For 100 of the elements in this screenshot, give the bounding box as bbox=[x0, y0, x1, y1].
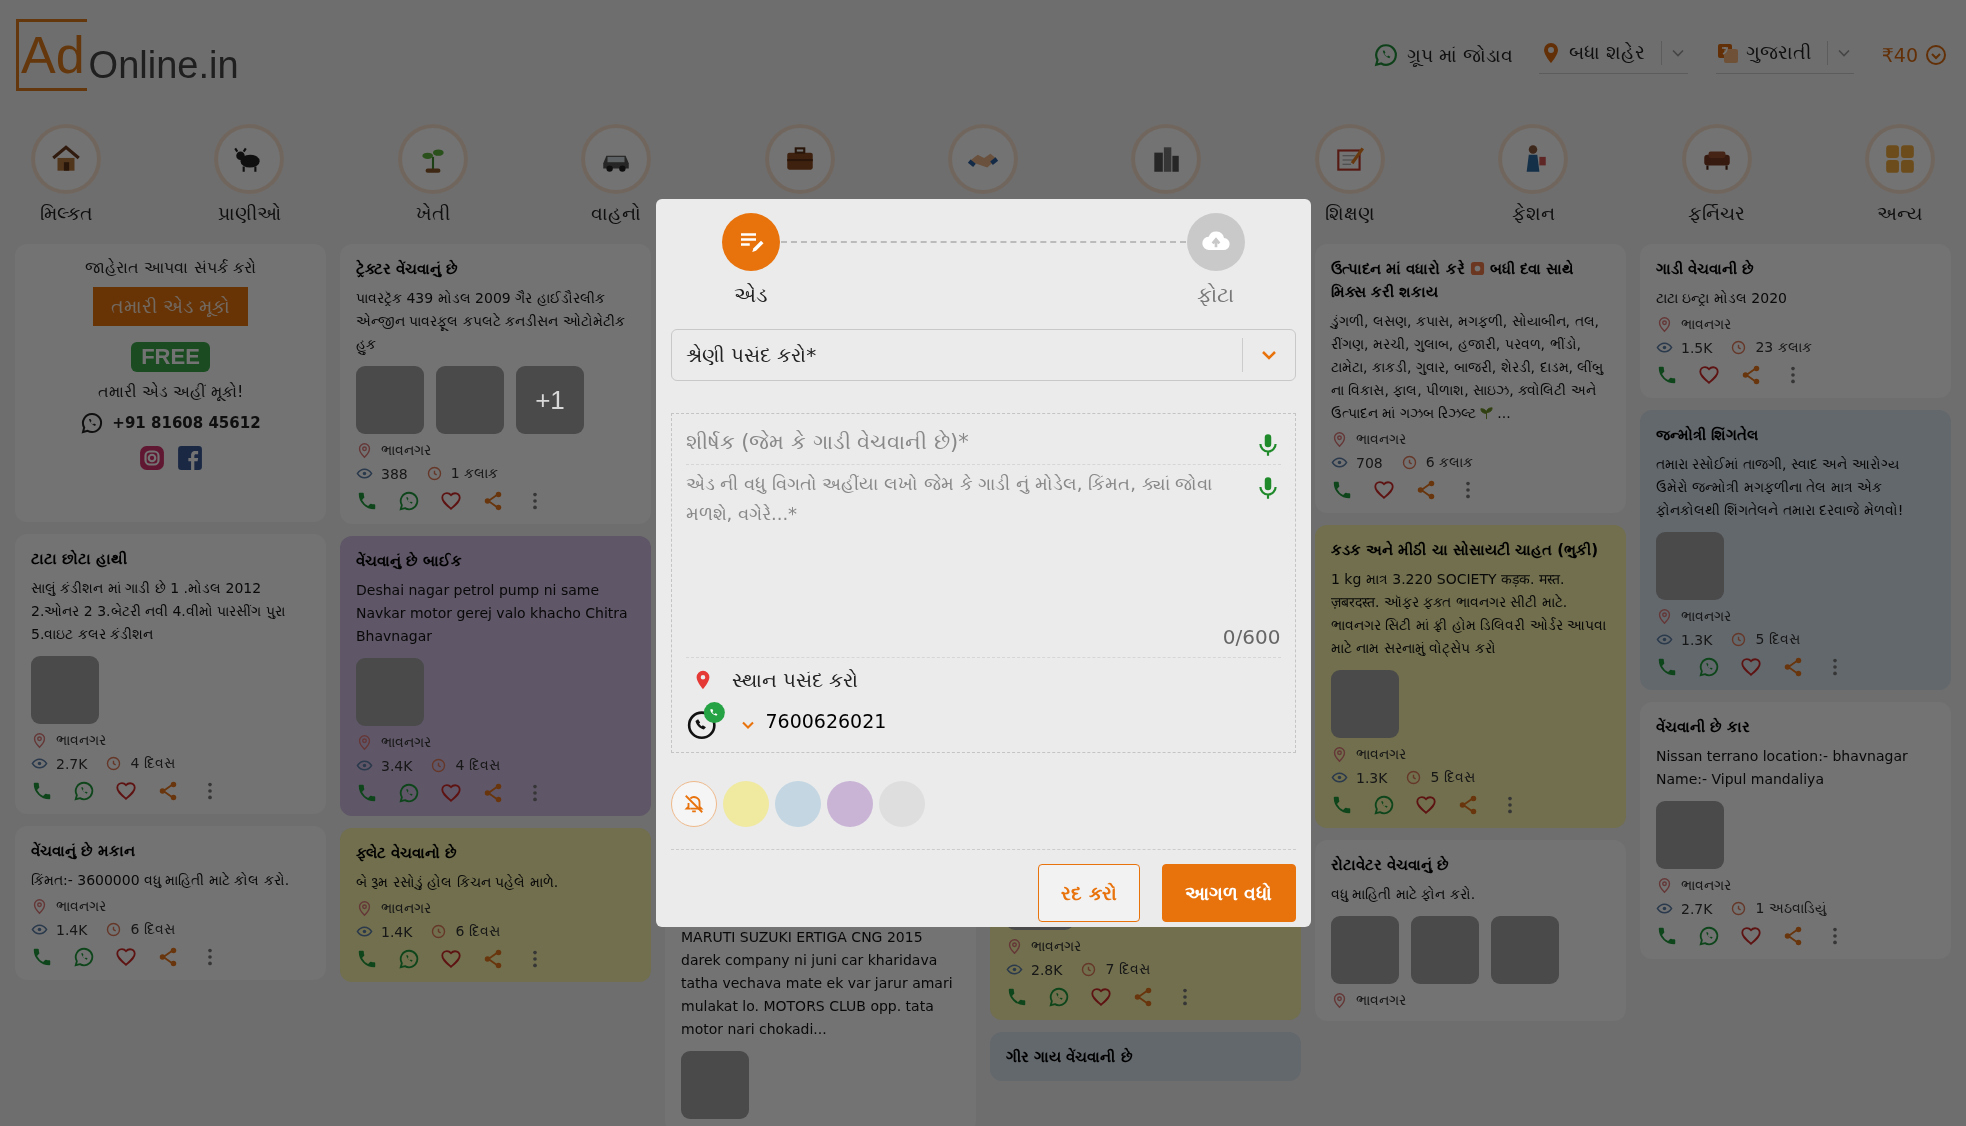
ad-details-box[interactable]: શીર્ષક (જેમ કે ગાડી વેચવાની છે)* એડ ની વધુ વિગતો અહીંયા લખો જેમ કે ગાડી નું મોડેલ, કિંમત, ક્યાં જોવા મળશે, વગેરે...* 0/600 સ્થાન પસંદ કરો 7600626021 bbox=[670, 413, 1296, 753]
location-pin-icon bbox=[1006, 938, 1023, 955]
share-icon[interactable] bbox=[1457, 794, 1479, 816]
share-icon[interactable] bbox=[1740, 364, 1762, 386]
sofa-icon[interactable] bbox=[1685, 128, 1748, 190]
phone-input[interactable]: 7600626021 bbox=[763, 709, 968, 733]
whatsapp-icon[interactable] bbox=[1698, 656, 1720, 678]
category-label[interactable]: ફેશન bbox=[1511, 202, 1555, 225]
view-count: 388 bbox=[381, 465, 408, 482]
color-swatch[interactable] bbox=[774, 781, 821, 827]
grid-icon[interactable] bbox=[1868, 128, 1931, 190]
briefcase-icon[interactable] bbox=[768, 128, 831, 190]
share-icon[interactable] bbox=[157, 946, 179, 968]
category-label[interactable]: શિક્ષણ bbox=[1324, 202, 1375, 225]
location-picker[interactable]: સ્થાન પસંદ કરો bbox=[731, 668, 859, 692]
language-select[interactable]: ગુજરાતી bbox=[1745, 41, 1811, 64]
phone-icon[interactable] bbox=[1656, 364, 1678, 386]
category-label[interactable]: ફર્નિચર bbox=[1688, 202, 1745, 225]
ad-card[interactable]: વેંચવાની છે કાર Nissan terrano location:- bhavnagar Name:- Vipul mandaliya ભાવનગર 2.7K 1 અઠવાડિયું bbox=[1640, 702, 1951, 959]
ad-card[interactable]: ફ્લેટ વેચવાનો છે બે રૂમ રસોડું હોલ કિચન પહેલે માળે. ભાવનગર 1.4K 6 દિવસ bbox=[340, 828, 651, 982]
share-icon[interactable] bbox=[1782, 925, 1804, 947]
whatsapp-icon[interactable] bbox=[1698, 925, 1720, 947]
share-icon[interactable] bbox=[482, 490, 504, 512]
ad-card[interactable]: જન્મોત્રી શિંગતેલ તમારા રસોઈમાં તાજગી, સ્વાદ અને આરોગ્ય ઉમેરો જન્મોત્રી મગફળીના તેલ માત્ર એક ફોનકોલથી શિંગતેલને તમારા દરવાજે મેળવો! ભાવનગર 1.3K 5 દિવસ bbox=[1640, 410, 1951, 690]
whatsapp-icon[interactable] bbox=[398, 948, 420, 970]
whatsapp-icon[interactable] bbox=[398, 490, 420, 512]
category-label[interactable]: ખેતી bbox=[415, 202, 450, 225]
category-label[interactable]: મિલ્કત bbox=[39, 202, 93, 225]
title-input[interactable]: શીર્ષક (જેમ કે ગાડી વેચવાની છે)* bbox=[685, 426, 1247, 458]
heart-icon[interactable] bbox=[1740, 656, 1762, 678]
facebook-icon[interactable] bbox=[176, 445, 203, 471]
ad-card[interactable]: ટ્રેક્ટર વેંચવાનું છે પાવરટ્રૅક 439 મોડલ 2009 ગૈર હાઈડૌરલીક એન્જીન પાવરફૂલ કપલટે કનડીસન ઓટોમેટીક હુક +1 ભાવનગર 388 1 કલાક bbox=[340, 244, 651, 524]
phone-icon[interactable] bbox=[31, 946, 53, 968]
ad-card[interactable]: ટાટા છોટા હાથી સાલું કંડીશન માં ગાડી છે 1 .મોડલ 2012 2.ઓનર 2 3.બેટરી નવી 4.વીમો પારસીંગ પુરા 5.વાઇટ કલર કંડીશન ભાવનગર 2.7K 4 દિવસ bbox=[15, 534, 326, 814]
instagram-icon[interactable] bbox=[138, 445, 165, 471]
share-icon[interactable] bbox=[1132, 986, 1154, 1008]
heart-icon[interactable] bbox=[440, 490, 462, 512]
details-textarea[interactable]: એડ ની વધુ વિગતો અહીંયા લખો જેમ કે ગાડી નું મોડેલ, કિંમત, ક્યાં જોવા મળશે, વગેરે...* bbox=[685, 469, 1247, 619]
whatsapp-icon[interactable] bbox=[1372, 42, 1399, 68]
heart-icon[interactable] bbox=[440, 948, 462, 970]
color-swatch[interactable] bbox=[722, 781, 769, 827]
share-icon[interactable] bbox=[157, 780, 179, 802]
car-icon[interactable] bbox=[585, 128, 648, 190]
phone-icon[interactable] bbox=[1331, 479, 1353, 501]
whatsapp-icon[interactable] bbox=[398, 782, 420, 804]
ad-card[interactable] bbox=[1315, 525, 1626, 828]
cancel-button[interactable]: રદ કરો bbox=[1038, 864, 1140, 922]
heart-icon[interactable] bbox=[1373, 479, 1395, 501]
category-label[interactable]: અન્ય bbox=[1876, 202, 1923, 225]
ad-title: વેંચવાનું છે બાઈક bbox=[356, 551, 464, 572]
ad-card[interactable]: ગાડી વેચવાની છે ટાટા ઇન્ટ્રા મોડલ 2020 ભાવનગર 1.5K 23 કલાક bbox=[1640, 244, 1951, 398]
phone-icon[interactable] bbox=[1656, 925, 1678, 947]
ad-card[interactable]: વેંચવાનું છે મકાન કિંમત:- 3600000 વધુ માહિતી માટે કોલ કરો. ભાવનગર 1.4K 6 દિવસ bbox=[15, 826, 326, 980]
heart-icon[interactable] bbox=[1415, 794, 1437, 816]
join-group-link[interactable]: ગ્રૂપ માં જોડાવ bbox=[1406, 43, 1513, 67]
buildings-icon[interactable] bbox=[1135, 128, 1198, 190]
notebook-icon[interactable] bbox=[1318, 128, 1381, 190]
heart-icon[interactable] bbox=[115, 780, 137, 802]
bull-icon[interactable] bbox=[218, 128, 281, 190]
phone-whatsapp-icon[interactable] bbox=[685, 700, 728, 742]
share-icon[interactable] bbox=[1415, 479, 1437, 501]
phone-icon[interactable] bbox=[356, 782, 378, 804]
phone-icon[interactable] bbox=[356, 948, 378, 970]
ad-card[interactable] bbox=[1315, 244, 1626, 513]
heart-icon[interactable] bbox=[1698, 364, 1720, 386]
continue-button[interactable]: આગળ વધો bbox=[1161, 864, 1296, 922]
phone-icon[interactable] bbox=[1006, 986, 1028, 1008]
heart-icon[interactable] bbox=[115, 946, 137, 968]
heart-icon[interactable] bbox=[1740, 925, 1762, 947]
house-icon[interactable] bbox=[35, 128, 97, 190]
phone-icon[interactable] bbox=[31, 780, 53, 802]
whatsapp-icon[interactable] bbox=[73, 946, 95, 968]
color-swatch[interactable] bbox=[826, 781, 873, 827]
phone-icon[interactable] bbox=[1656, 656, 1678, 678]
heart-icon[interactable] bbox=[440, 782, 462, 804]
heart-icon[interactable] bbox=[1090, 986, 1112, 1008]
wallet-balance[interactable]: ₹40 bbox=[1881, 44, 1918, 66]
whatsapp-icon[interactable] bbox=[1373, 794, 1395, 816]
share-icon[interactable] bbox=[1782, 656, 1804, 678]
post-ad-button[interactable]: તમારી એડ મૂકો bbox=[92, 287, 249, 326]
post-age: 4 દિવસ bbox=[130, 755, 175, 772]
whatsapp-icon[interactable] bbox=[1048, 986, 1070, 1008]
ad-card[interactable]: વેંચવાનું છે બાઈક Deshai nagar petrol pump ni same Navkar motor gerej valo khacho Chitra Bhavnagar ભાવનગર 3.4K 4 દિવસ bbox=[340, 536, 651, 816]
no-color-swatch[interactable] bbox=[670, 781, 717, 827]
location-pin-icon bbox=[31, 898, 48, 915]
share-icon[interactable] bbox=[482, 782, 504, 804]
handshake-icon[interactable] bbox=[951, 128, 1014, 190]
category-label[interactable]: પ્રાણીઓ bbox=[217, 202, 281, 225]
caret-icon[interactable] bbox=[1924, 43, 1948, 67]
step-edit-icon[interactable] bbox=[721, 213, 780, 271]
category-label[interactable]: વાહનો bbox=[591, 202, 642, 225]
city-select[interactable]: બધા શહેર bbox=[1568, 41, 1645, 64]
photo-placeholder[interactable]: +1 bbox=[516, 366, 584, 434]
whatsapp-icon[interactable] bbox=[73, 780, 95, 802]
whatsapp-icon bbox=[80, 411, 105, 435]
phone-icon[interactable] bbox=[356, 490, 378, 512]
share-icon[interactable] bbox=[482, 948, 504, 970]
ad-card[interactable]: ગીર ગાય વેંચવાની છે bbox=[990, 1032, 1301, 1081]
plant-icon[interactable] bbox=[401, 128, 464, 190]
phone-icon[interactable] bbox=[1331, 794, 1353, 816]
